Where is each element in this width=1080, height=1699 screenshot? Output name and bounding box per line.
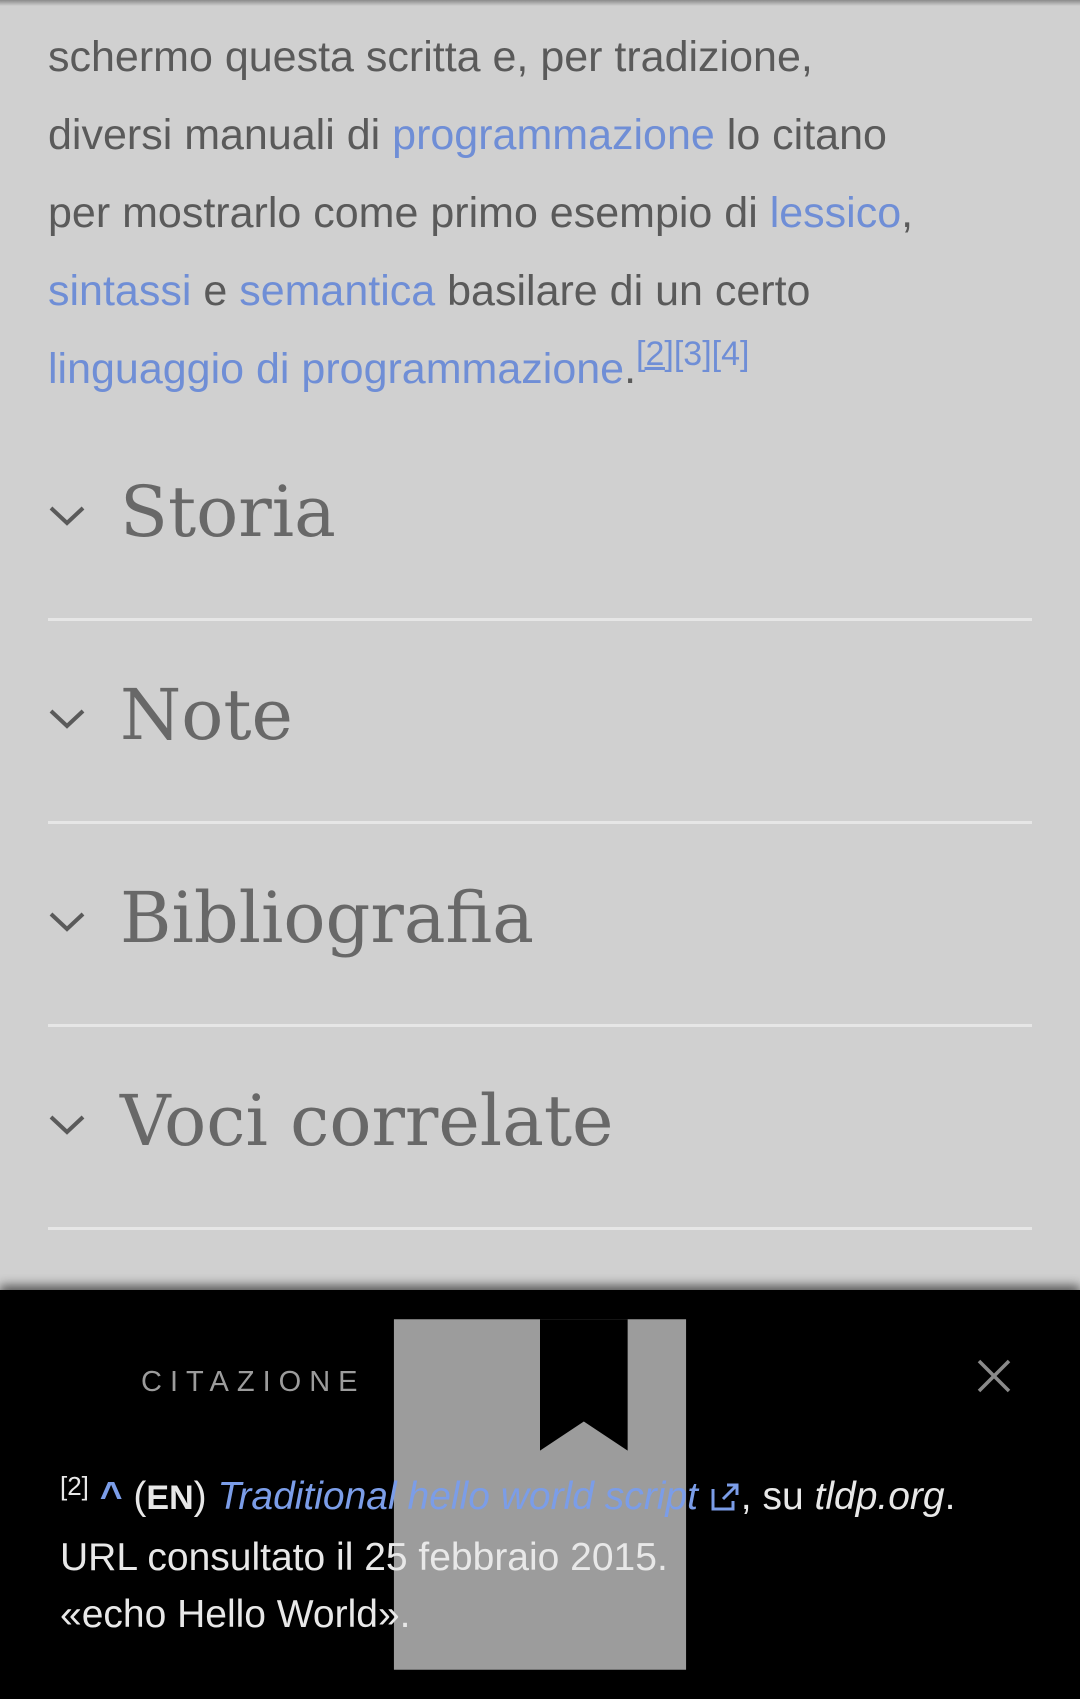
section-bibliografia[interactable]: Bibliografia: [48, 824, 1032, 1027]
reference-4[interactable]: [4]: [712, 335, 750, 373]
citation-text: [2] ^ (EN) Traditional hello world scrip…: [60, 1468, 1030, 1643]
link-lessico[interactable]: lessico: [770, 189, 901, 237]
section-title: Bibliografia: [120, 877, 534, 959]
citation-quote: «echo Hello World».: [60, 1593, 411, 1636]
citation-number: [2]: [60, 1471, 89, 1501]
chevron-down-icon: [49, 709, 85, 729]
link-sintassi[interactable]: sintassi: [48, 267, 191, 315]
drawer-title: CITAZIONE: [141, 1366, 366, 1398]
article-text: ,: [901, 189, 914, 237]
lang-bracket: ): [193, 1475, 207, 1518]
language-tag: EN: [146, 1479, 194, 1517]
link-programmazione[interactable]: programmazione: [392, 111, 715, 159]
chevron-down-icon: [49, 506, 85, 526]
citation-title[interactable]: Traditional hello world script: [217, 1475, 697, 1518]
lang-bracket: (: [133, 1475, 147, 1518]
citation-title-link[interactable]: Traditional hello world script: [217, 1475, 740, 1518]
section-storia[interactable]: Storia: [48, 418, 1032, 621]
section-voci-correlate[interactable]: Voci correlate: [48, 1027, 1032, 1230]
article-text: schermo questa scritta e, per tradizione…: [48, 33, 813, 81]
article-text: diversi manuali di: [48, 111, 393, 159]
citation-text-su: , su: [740, 1475, 815, 1518]
chevron-down-icon: [49, 1115, 85, 1135]
top-shadow: [0, 0, 1080, 6]
article-text: e: [191, 267, 240, 315]
external-link-icon: [711, 1483, 739, 1511]
section-title: Voci correlate: [120, 1080, 614, 1162]
citation-site: tldp.org: [814, 1475, 945, 1518]
article-text: per mostrarlo come primo esempio di: [48, 189, 770, 237]
link-semantica[interactable]: semantica: [239, 267, 435, 315]
section-note[interactable]: Note: [48, 621, 1032, 824]
article-text: lo citano: [714, 111, 887, 159]
article-text: .: [624, 345, 637, 393]
close-icon[interactable]: [975, 1357, 1013, 1395]
citation-accessed: URL consultato il 25 febbraio 2015.: [60, 1536, 668, 1579]
reference-2[interactable]: [2]: [636, 335, 674, 373]
reference-3[interactable]: [3]: [674, 335, 712, 373]
citation-text-dot: .: [944, 1475, 956, 1518]
section-title: Storia: [120, 471, 336, 553]
link-linguaggio-di-programmazione[interactable]: linguaggio di programmazione: [48, 345, 624, 393]
article-text: basilare di un certo: [435, 267, 811, 315]
article-paragraph: schermo questa scritta e, per tradizione…: [48, 18, 1038, 411]
chevron-down-icon: [49, 912, 85, 932]
section-title: Note: [120, 674, 293, 756]
back-to-text-link[interactable]: ^: [100, 1475, 123, 1518]
